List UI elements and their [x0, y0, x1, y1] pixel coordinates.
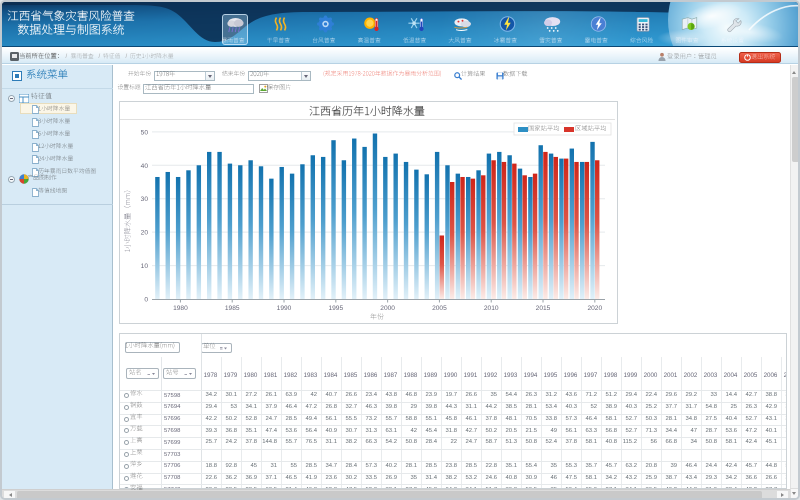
- svg-text:2000: 2000: [380, 305, 395, 312]
- svg-text:2005: 2005: [432, 305, 447, 312]
- svg-text:30: 30: [141, 196, 149, 203]
- svg-text:0: 0: [144, 297, 148, 304]
- svg-text:10: 10: [141, 263, 149, 270]
- svg-text:1980: 1980: [173, 305, 188, 312]
- svg-text:40: 40: [141, 163, 149, 170]
- svg-text:1990: 1990: [277, 305, 292, 312]
- svg-text:50: 50: [141, 129, 149, 136]
- svg-text:1985: 1985: [225, 305, 240, 312]
- svg-text:20: 20: [141, 230, 149, 237]
- svg-text:2020: 2020: [587, 305, 602, 312]
- svg-text:2015: 2015: [536, 305, 551, 312]
- svg-text:2010: 2010: [484, 305, 499, 312]
- svg-text:1995: 1995: [328, 305, 343, 312]
